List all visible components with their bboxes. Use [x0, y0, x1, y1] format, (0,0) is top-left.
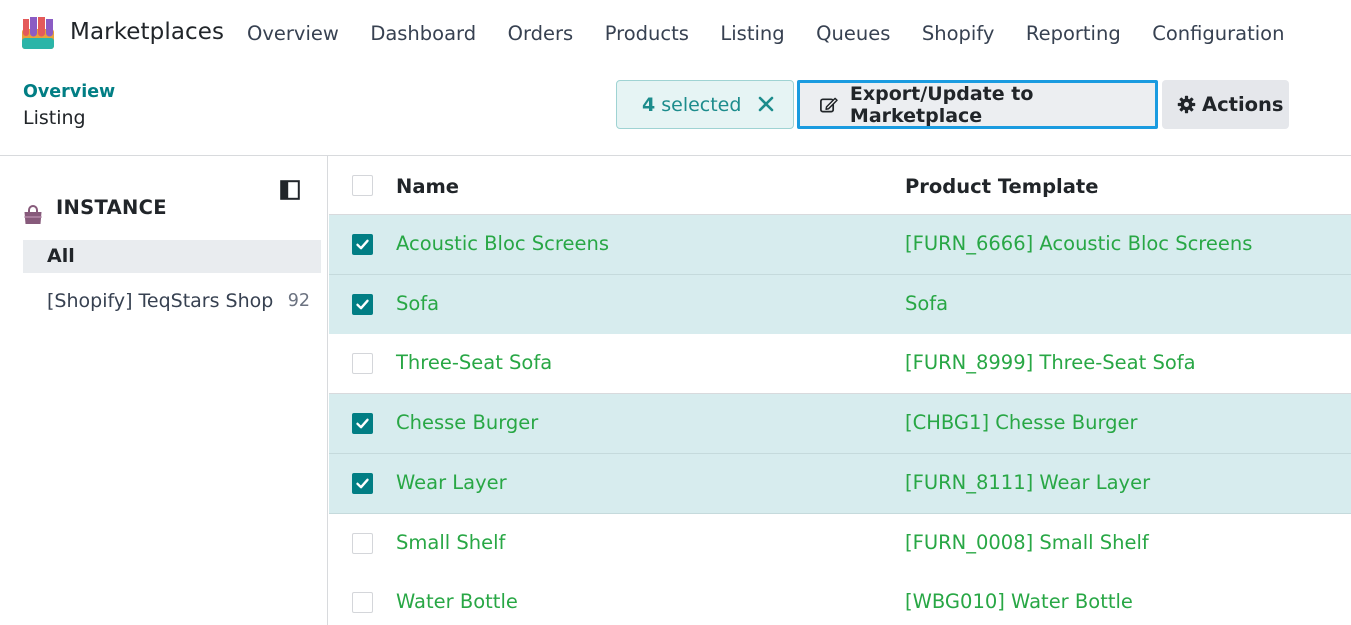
cell-product-template[interactable]: Sofa: [905, 292, 948, 315]
cell-name[interactable]: Water Bottle: [396, 590, 518, 613]
table-row[interactable]: Wear Layer [FURN_8111] Wear Layer: [329, 453, 1351, 514]
checkmark-icon: [356, 299, 369, 310]
cell-name[interactable]: Three-Seat Sofa: [396, 351, 552, 374]
instance-section-title: INSTANCE: [56, 196, 167, 219]
search-panel: INSTANCE All [Shopify] TeqStars Shop 92: [0, 156, 328, 625]
cell-product-template[interactable]: [FURN_0008] Small Shelf: [905, 531, 1149, 554]
checkmark-icon: [356, 418, 369, 429]
close-icon[interactable]: [755, 93, 777, 115]
edit-icon: [820, 97, 838, 112]
menu-orders[interactable]: Orders: [508, 22, 574, 45]
main-menu: Overview Dashboard Orders Products Listi…: [247, 22, 1316, 45]
cell-product-template[interactable]: [FURN_8111] Wear Layer: [905, 471, 1150, 494]
row-checkbox[interactable]: [352, 532, 373, 554]
selection-indicator[interactable]: 4 selected: [616, 80, 794, 129]
export-update-label: Export/Update to Marketplace: [849, 82, 1034, 127]
menu-configuration[interactable]: Configuration: [1152, 22, 1284, 45]
row-checkbox[interactable]: [352, 353, 373, 375]
shopping-bag-icon: [24, 205, 42, 224]
menu-listing[interactable]: Listing: [720, 22, 784, 45]
table-row[interactable]: Chesse Burger [CHBG1] Chesse Burger: [329, 394, 1351, 455]
filter-item-label: All: [47, 245, 75, 267]
actions-label: Actions: [1202, 93, 1284, 116]
top-navbar: Marketplaces Overview Dashboard Orders P…: [0, 0, 1351, 68]
page-title: Listing: [23, 107, 86, 129]
checkmark-icon: [356, 478, 369, 489]
cell-name[interactable]: Wear Layer: [396, 471, 507, 494]
app-name[interactable]: Marketplaces: [70, 19, 224, 45]
listing-table: Name Product Template Acoustic Bloc Scre…: [329, 156, 1351, 625]
menu-reporting[interactable]: Reporting: [1026, 22, 1121, 45]
table-header: Name Product Template: [329, 156, 1351, 215]
menu-shopify[interactable]: Shopify: [922, 22, 995, 45]
gear-icon: [1177, 95, 1196, 114]
cell-product-template[interactable]: [FURN_6666] Acoustic Bloc Screens: [905, 232, 1252, 255]
filter-item-all[interactable]: All: [23, 240, 321, 273]
shop-awning-icon[interactable]: [19, 14, 57, 52]
row-checkbox[interactable]: [352, 413, 373, 435]
checkmark-icon: [356, 239, 369, 250]
row-checkbox[interactable]: [352, 472, 373, 494]
menu-overview[interactable]: Overview: [247, 22, 339, 45]
cell-name[interactable]: Sofa: [396, 292, 439, 315]
row-checkbox[interactable]: [352, 234, 373, 255]
column-header-product-template[interactable]: Product Template: [905, 175, 1098, 198]
filter-item-count: 92: [287, 291, 310, 311]
column-header-name[interactable]: Name: [396, 175, 459, 198]
selected-count: 4: [642, 93, 656, 116]
row-checkbox[interactable]: [352, 592, 373, 614]
row-checkbox[interactable]: [352, 293, 373, 315]
menu-queues[interactable]: Queues: [816, 22, 890, 45]
menu-products[interactable]: Products: [605, 22, 689, 45]
export-update-button[interactable]: Export/Update to Marketplace: [797, 80, 1158, 129]
menu-dashboard[interactable]: Dashboard: [370, 22, 476, 45]
table-row[interactable]: Acoustic Bloc Screens [FURN_6666] Acousti…: [329, 215, 1351, 275]
cell-name[interactable]: Chesse Burger: [396, 411, 538, 434]
table-row[interactable]: Water Bottle [WBG010] Water Bottle: [329, 573, 1351, 625]
selected-label: selected: [661, 93, 742, 116]
sidebar-toggle-icon[interactable]: [280, 180, 300, 200]
cell-product-template[interactable]: [FURN_8999] Three-Seat Sofa: [905, 351, 1196, 374]
breadcrumb-overview[interactable]: Overview: [23, 82, 115, 102]
table-row[interactable]: Sofa Sofa: [329, 274, 1351, 335]
actions-button[interactable]: Actions: [1162, 80, 1289, 129]
cell-name[interactable]: Small Shelf: [396, 531, 505, 554]
cell-product-template[interactable]: [WBG010] Water Bottle: [905, 590, 1133, 613]
filter-item-teqstars-shop[interactable]: [Shopify] TeqStars Shop 92: [23, 286, 321, 316]
table-row[interactable]: Small Shelf [FURN_0008] Small Shelf: [329, 513, 1351, 574]
select-all-checkbox[interactable]: [352, 175, 373, 196]
cell-product-template[interactable]: [CHBG1] Chesse Burger: [905, 411, 1138, 434]
cell-name[interactable]: Acoustic Bloc Screens: [396, 232, 609, 255]
filter-item-label: [Shopify] TeqStars Shop: [47, 290, 274, 312]
table-row[interactable]: Three-Seat Sofa [FURN_8999] Three-Seat So…: [329, 334, 1351, 395]
